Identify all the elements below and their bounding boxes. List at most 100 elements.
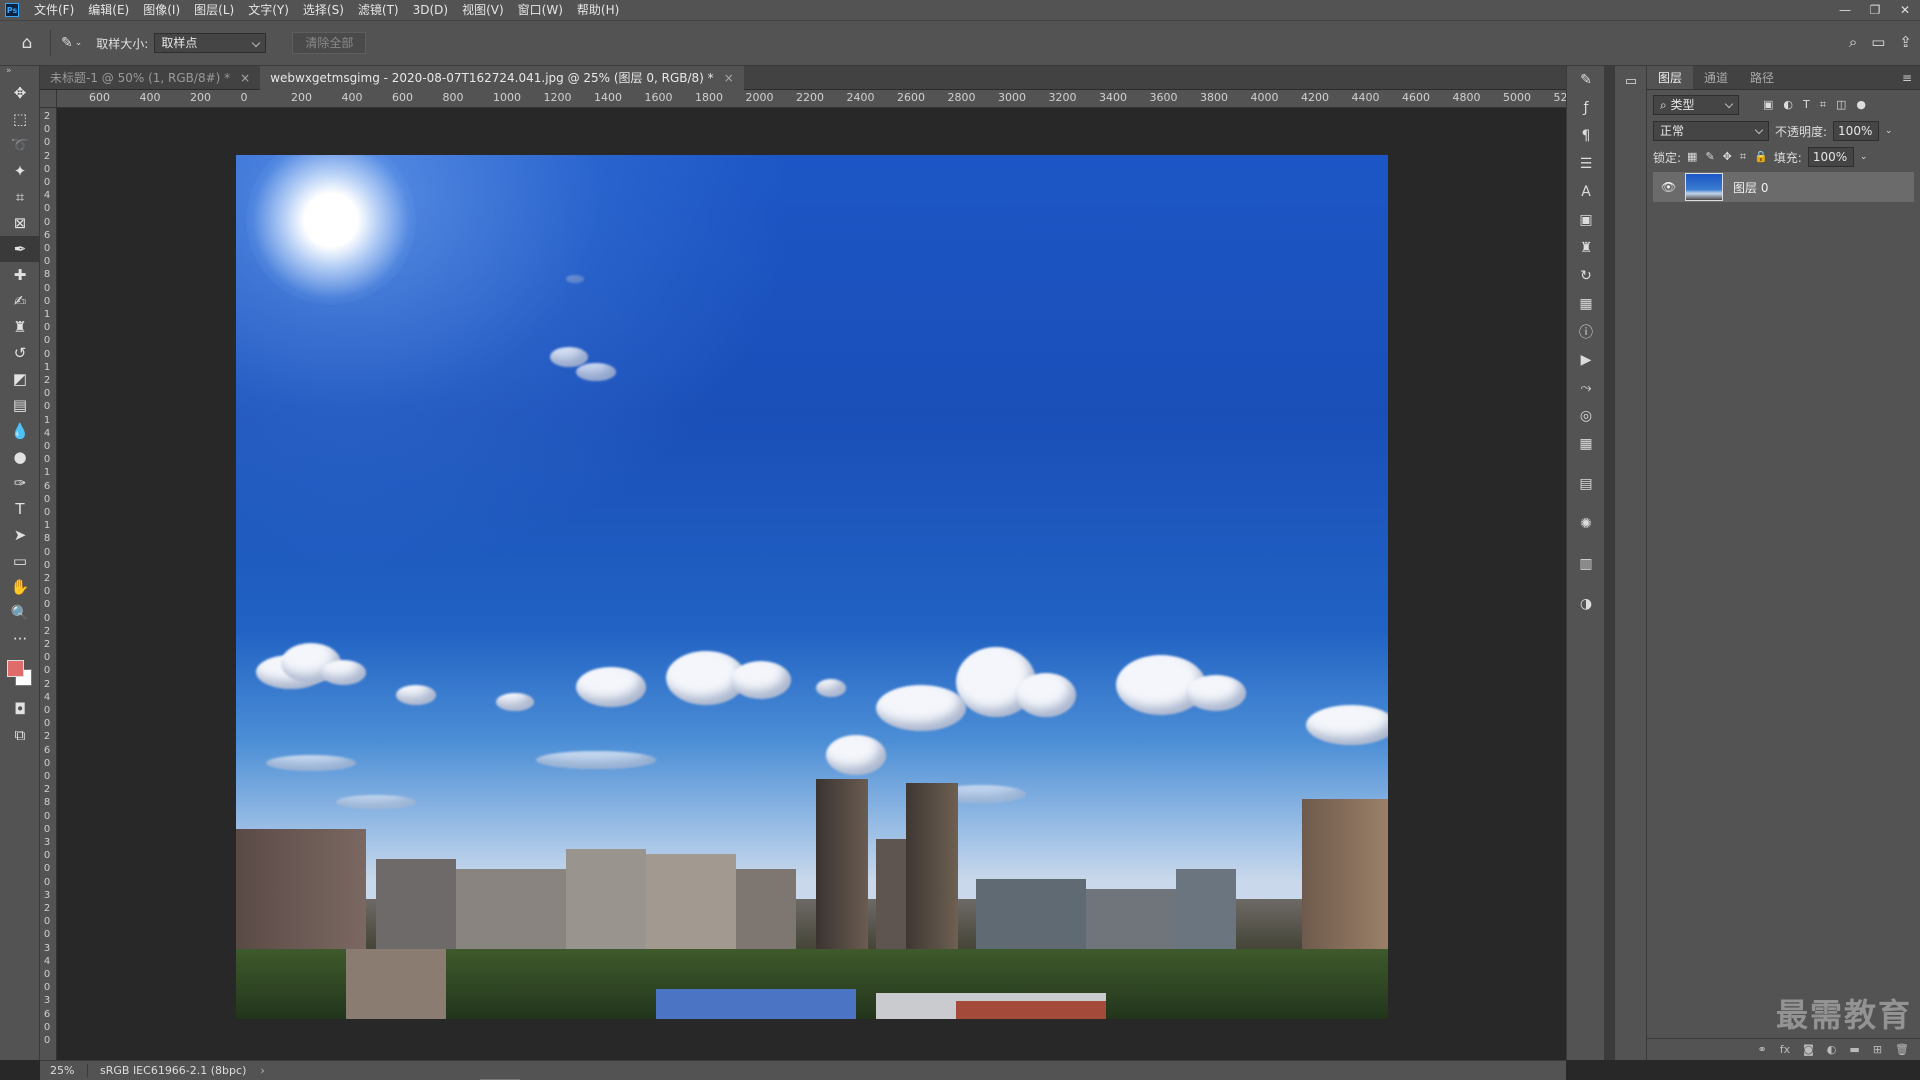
marquee-tool-icon[interactable]: ⬚ bbox=[0, 106, 40, 132]
document-info[interactable]: sRGB IEC61966-2.1 (8bpc) bbox=[88, 1064, 246, 1077]
properties-icon[interactable]: ✺ bbox=[1567, 510, 1605, 538]
lasso-tool-icon[interactable]: ➰ bbox=[0, 132, 40, 158]
close-icon[interactable]: × bbox=[724, 66, 734, 90]
menu-file[interactable]: 文件(F) bbox=[27, 0, 81, 20]
close-icon[interactable]: × bbox=[240, 66, 250, 90]
add-mask-icon[interactable]: ◙ bbox=[1803, 1043, 1814, 1056]
document-image[interactable] bbox=[236, 155, 1388, 1019]
chevron-down-icon[interactable]: ⌄ bbox=[1885, 126, 1893, 136]
blur-tool-icon[interactable]: 💧 bbox=[0, 418, 40, 444]
clear-all-button[interactable]: 清除全部 bbox=[292, 32, 367, 54]
clone-source-icon[interactable]: ♜ bbox=[1567, 234, 1605, 262]
vertical-ruler[interactable]: 2002004006008001000120014001600180020002… bbox=[40, 108, 57, 1060]
panel-menu-icon[interactable]: ≡ bbox=[1902, 71, 1912, 85]
actions-play-icon[interactable]: ▶ bbox=[1567, 346, 1605, 374]
fill-input[interactable]: 100% bbox=[1807, 147, 1854, 167]
link-layers-icon[interactable]: ⚭ bbox=[1758, 1043, 1767, 1056]
menu-view[interactable]: 视图(V) bbox=[455, 0, 511, 20]
new-group-icon[interactable]: ▬ bbox=[1849, 1043, 1859, 1056]
libraries-icon[interactable]: ▣ bbox=[1567, 206, 1605, 234]
channels-icon[interactable]: ▦ bbox=[1567, 290, 1605, 318]
filter-toggle-icon[interactable]: ● bbox=[1856, 98, 1866, 112]
layer-filter-select[interactable]: ⌕ 类型 bbox=[1653, 95, 1739, 115]
tab-layers[interactable]: 图层 bbox=[1647, 66, 1694, 89]
rectangle-tool-icon[interactable]: ▭ bbox=[0, 548, 40, 574]
fx-icon[interactable]: ƒ bbox=[1567, 94, 1605, 122]
adjustment-filter-icon[interactable]: ◐ bbox=[1783, 98, 1793, 112]
layer-name[interactable]: 图层 0 bbox=[1733, 179, 1768, 196]
move-tool-icon[interactable]: ✥ bbox=[0, 80, 40, 106]
brush-tool-icon[interactable]: ✍ bbox=[0, 288, 40, 314]
menu-help[interactable]: 帮助(H) bbox=[570, 0, 626, 20]
notes-icon[interactable]: ▤ bbox=[1567, 470, 1605, 498]
type-filter-icon[interactable]: T bbox=[1803, 98, 1810, 112]
eraser-tool-icon[interactable]: ◩ bbox=[0, 366, 40, 392]
new-adjustment-icon[interactable]: ◐ bbox=[1827, 1043, 1837, 1056]
frame-tool-icon[interactable]: ⊠ bbox=[0, 210, 40, 236]
hand-tool-icon[interactable]: ✋ bbox=[0, 574, 40, 600]
status-menu-arrow[interactable]: › bbox=[246, 1064, 264, 1077]
menu-layer[interactable]: 图层(L) bbox=[187, 0, 241, 20]
tab-untitled-1[interactable]: 未标题-1 @ 50% (1, RGB/8#) * × bbox=[40, 66, 260, 90]
menu-3d[interactable]: 3D(D) bbox=[406, 0, 455, 20]
delete-layer-icon[interactable]: 🗑 bbox=[1895, 1043, 1909, 1056]
paragraph-icon[interactable]: ¶ bbox=[1567, 122, 1605, 150]
blend-mode-select[interactable]: 正常 bbox=[1653, 121, 1769, 141]
lock-pixels-icon[interactable]: ✎ bbox=[1705, 150, 1714, 164]
lock-transparency-icon[interactable]: ▦ bbox=[1687, 150, 1697, 164]
smart-object-filter-icon[interactable]: ◫ bbox=[1836, 98, 1846, 112]
zoom-level[interactable]: 25% bbox=[40, 1064, 88, 1077]
horizontal-ruler[interactable]: 600 400 200 0 200 400 600 800 1000 1200 1400 1600 18… bbox=[57, 90, 1566, 108]
dodge-tool-icon[interactable]: ● bbox=[0, 444, 40, 470]
menu-window[interactable]: 窗口(W) bbox=[511, 0, 570, 20]
adjustments-icon[interactable]: ☰ bbox=[1567, 150, 1605, 178]
menu-type[interactable]: 文字(Y) bbox=[241, 0, 296, 20]
zoom-tool-icon[interactable]: 🔍 bbox=[0, 600, 40, 626]
pixel-filter-icon[interactable]: ▣ bbox=[1763, 98, 1773, 112]
tool-preset-picker[interactable]: ✎ ⌄ bbox=[61, 35, 82, 51]
close-button[interactable]: ✕ bbox=[1890, 0, 1920, 20]
new-layer-icon[interactable]: ⊞ bbox=[1873, 1043, 1882, 1056]
pen-tool-icon[interactable]: ✑ bbox=[0, 470, 40, 496]
menu-select[interactable]: 选择(S) bbox=[296, 0, 351, 20]
menu-edit[interactable]: 编辑(E) bbox=[81, 0, 136, 20]
gradient-tool-icon[interactable]: ▤ bbox=[0, 392, 40, 418]
table-icon[interactable]: ▦ bbox=[1567, 430, 1605, 458]
info-icon[interactable]: ⓘ bbox=[1567, 318, 1605, 346]
screen-mode-icon[interactable]: ⧉ bbox=[0, 722, 40, 748]
collapse-icon[interactable]: » bbox=[0, 66, 39, 80]
chevron-down-icon[interactable]: ⌄ bbox=[1860, 152, 1868, 162]
home-icon[interactable]: ⌂ bbox=[14, 30, 40, 56]
canvas-area[interactable] bbox=[58, 108, 1566, 1060]
shape-filter-icon[interactable]: ⌗ bbox=[1820, 98, 1826, 112]
path-selection-tool-icon[interactable]: ➤ bbox=[0, 522, 40, 548]
eyedropper-tool-icon[interactable]: ✒ bbox=[0, 236, 40, 262]
3d-icon[interactable]: ◎ bbox=[1567, 402, 1605, 430]
timeline-icon[interactable]: ▥ bbox=[1567, 550, 1605, 578]
restore-button[interactable]: ❐ bbox=[1860, 0, 1890, 20]
menu-filter[interactable]: 滤镜(T) bbox=[351, 0, 406, 20]
more-tools-icon[interactable]: ··· bbox=[0, 626, 40, 652]
character-icon[interactable]: A bbox=[1567, 178, 1605, 206]
minimize-button[interactable]: — bbox=[1830, 0, 1860, 20]
tab-webwxgetmsgimg[interactable]: webwxgetmsgimg - 2020-08-07T162724.041.j… bbox=[260, 66, 744, 90]
paths-icon[interactable]: ⤳ bbox=[1567, 374, 1605, 402]
lock-position-icon[interactable]: ✥ bbox=[1723, 150, 1732, 164]
clone-stamp-tool-icon[interactable]: ♜ bbox=[0, 314, 40, 340]
sample-size-select[interactable]: 取样点 bbox=[154, 33, 267, 53]
search-icon[interactable]: ⌕ bbox=[1849, 33, 1857, 51]
brush-settings-icon[interactable]: ✎ bbox=[1567, 66, 1605, 94]
layer-style-icon[interactable]: fx bbox=[1780, 1043, 1790, 1056]
visibility-eye-icon[interactable]: 👁 bbox=[1661, 180, 1676, 194]
quick-mask-icon[interactable]: ◘ bbox=[0, 696, 40, 722]
healing-brush-tool-icon[interactable]: ✚ bbox=[0, 262, 40, 288]
adjust-icon[interactable]: ◑ bbox=[1567, 590, 1605, 618]
tab-channels[interactable]: 通道 bbox=[1693, 66, 1739, 89]
menu-image[interactable]: 图像(I) bbox=[136, 0, 187, 20]
foreground-color-swatch[interactable] bbox=[7, 660, 24, 677]
tab-paths[interactable]: 路径 bbox=[1739, 66, 1785, 89]
type-tool-icon[interactable]: T bbox=[0, 496, 40, 522]
opacity-input[interactable]: 100% bbox=[1833, 121, 1880, 141]
magic-wand-tool-icon[interactable]: ✦ bbox=[0, 158, 40, 184]
history-icon[interactable]: ↻ bbox=[1567, 262, 1605, 290]
